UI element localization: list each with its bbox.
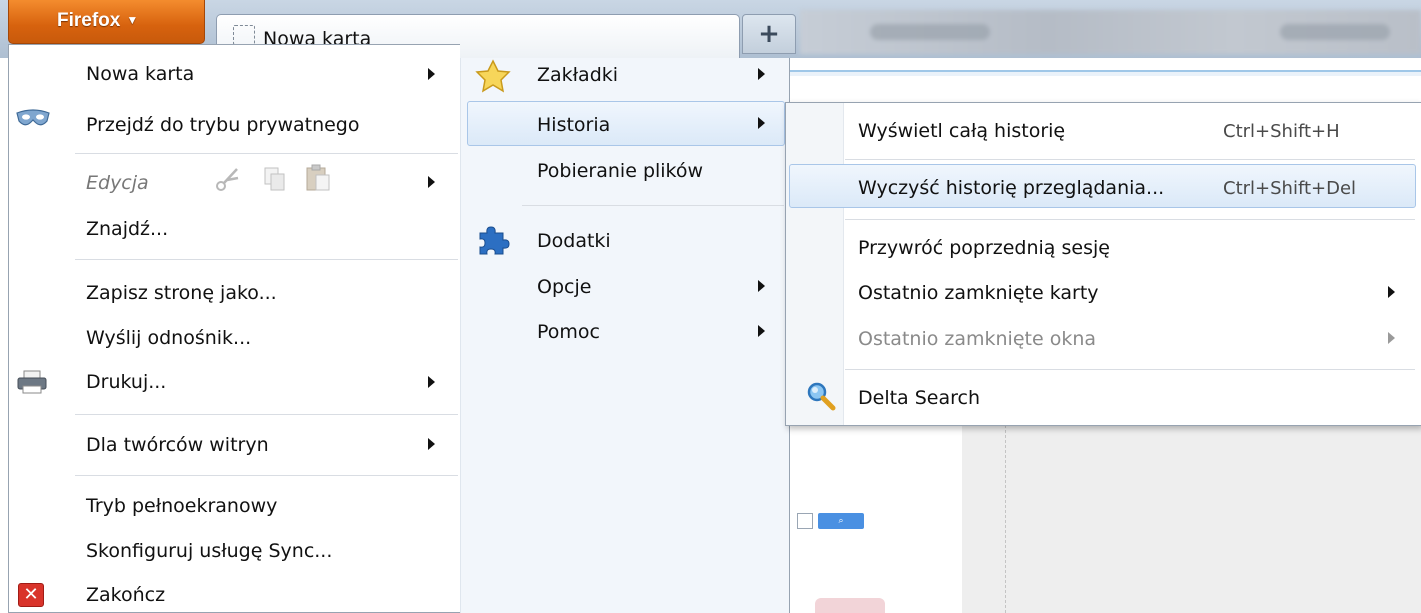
menu-item-full-screen[interactable]: Tryb pełnoekranowy (86, 495, 277, 517)
blurred-tab-title (1280, 24, 1390, 40)
page-content-divider (1005, 425, 1006, 613)
blank-page-icon (233, 25, 255, 45)
submenu-arrow-icon (1388, 286, 1395, 298)
menu-item-recently-closed-tabs[interactable]: Ostatnio zamknięte karty (858, 282, 1099, 304)
menu-item-delta-search[interactable]: Delta Search (858, 387, 980, 409)
submenu-arrow-icon (758, 280, 765, 292)
menu-item-web-developer[interactable]: Dla twórców witryn (86, 434, 269, 456)
submenu-arrow-icon (758, 325, 765, 337)
submenu-arrow-icon (428, 438, 435, 450)
menu-item-restore-session[interactable]: Przywróć poprzednią sesję (858, 237, 1110, 259)
magnifier-icon (807, 382, 836, 411)
dropdown-caret-icon: ▼ (126, 13, 139, 27)
cut-icon (216, 168, 239, 191)
menu-item-save-page-as[interactable]: Zapisz stronę jako... (86, 282, 277, 304)
menu-separator (845, 369, 1415, 370)
history-submenu (785, 102, 1421, 426)
menu-item-highlight (467, 101, 785, 146)
submenu-arrow-icon (428, 376, 435, 388)
submenu-arrow-icon (1388, 332, 1395, 344)
menu-item-downloads[interactable]: Pobieranie plików (537, 160, 703, 182)
private-mask-icon (16, 109, 50, 126)
menu-item-edit[interactable]: Edycja (86, 172, 149, 194)
new-tab-button[interactable]: + (742, 14, 796, 54)
submenu-icon-gutter (786, 103, 844, 425)
submenu-arrow-icon (758, 117, 765, 129)
paste-icon (306, 164, 330, 191)
menu-separator (75, 259, 458, 260)
toolbar-edge (790, 70, 1421, 76)
page-content-area (962, 425, 1421, 613)
menu-item-quit[interactable]: Zakończ (86, 584, 165, 606)
page-search-button: ⌕ (818, 513, 864, 529)
menu-item-add-ons[interactable]: Dodatki (537, 230, 611, 252)
menu-separator (845, 219, 1415, 220)
menu-item-show-all-history[interactable]: Wyświetl całą historię (858, 120, 1065, 142)
blurred-tab-title (870, 24, 990, 40)
menu-separator (75, 414, 458, 415)
menu-separator (75, 153, 458, 154)
shortcut-clear-history: Ctrl+Shift+Del (1223, 178, 1357, 199)
menu-item-help[interactable]: Pomoc (537, 321, 600, 343)
menu-item-clear-history[interactable]: Wyczyść historię przeglądania... (858, 177, 1164, 199)
star-icon (475, 59, 511, 93)
background-tabs (800, 10, 1421, 54)
menu-item-setup-sync[interactable]: Skonfiguruj usługę Sync... (86, 540, 332, 562)
menu-separator (845, 159, 1415, 160)
menu-item-find[interactable]: Znajdź... (86, 218, 168, 240)
quit-icon: ✕ (18, 583, 44, 607)
menu-item-send-link[interactable]: Wyślij odnośnik... (86, 327, 251, 349)
shortcut-show-all-history: Ctrl+Shift+H (1223, 121, 1340, 142)
firefox-menu-button[interactable]: Firefox ▼ (8, 0, 205, 44)
menu-item-private-browsing[interactable]: Przejdź do trybu prywatnego (86, 114, 360, 136)
menu-item-options[interactable]: Opcje (537, 276, 591, 298)
menu-separator (522, 205, 784, 206)
firefox-menu-label: Firefox (57, 10, 121, 31)
submenu-arrow-icon (758, 68, 765, 80)
menu-item-history[interactable]: Historia (537, 114, 610, 136)
menu-item-recently-closed-windows: Ostatnio zamknięte okna (858, 328, 1097, 350)
puzzle-icon (479, 226, 510, 255)
page-search-checkbox (797, 513, 813, 529)
printer-icon (17, 370, 47, 394)
page-red-element (815, 598, 885, 613)
menu-item-bookmarks[interactable]: Zakładki (537, 64, 618, 86)
menu-item-new-tab[interactable]: Nowa karta (86, 63, 194, 85)
submenu-arrow-icon (428, 68, 435, 80)
menu-separator (75, 475, 458, 476)
submenu-arrow-icon (428, 176, 435, 188)
copy-icon (264, 167, 285, 191)
menu-item-print[interactable]: Drukuj... (86, 371, 166, 393)
